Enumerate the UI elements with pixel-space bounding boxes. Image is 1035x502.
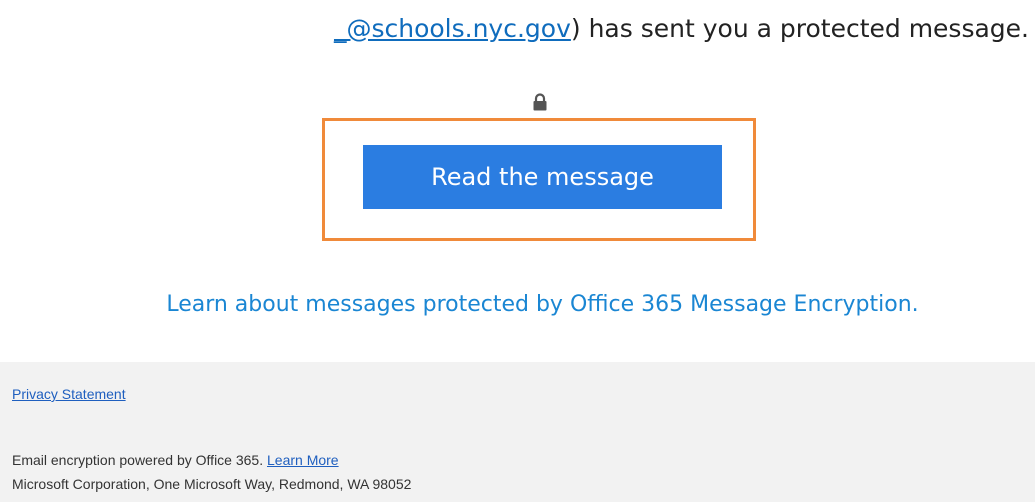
- learn-more-link[interactable]: Learn More: [267, 452, 339, 468]
- sender-line-text: ) has sent you a protected message.: [570, 14, 1029, 43]
- sender-line: _@schools.nyc.gov) has sent you a protec…: [334, 14, 1029, 43]
- read-message-button[interactable]: Read the message: [363, 145, 722, 209]
- protected-message-page: _@schools.nyc.gov) has sent you a protec…: [0, 0, 1035, 502]
- footer: Privacy Statement Email encryption power…: [0, 362, 1035, 502]
- powered-by-text: Email encryption powered by Office 365.: [12, 452, 267, 468]
- company-address: Microsoft Corporation, One Microsoft Way…: [12, 476, 412, 492]
- lock-icon: [533, 93, 547, 111]
- encryption-powered-text: Email encryption powered by Office 365. …: [12, 452, 339, 468]
- sender-email-link[interactable]: _@schools.nyc.gov: [334, 14, 571, 43]
- privacy-statement-link[interactable]: Privacy Statement: [12, 386, 126, 402]
- learn-about-encryption-link[interactable]: Learn about messages protected by Office…: [0, 292, 1035, 317]
